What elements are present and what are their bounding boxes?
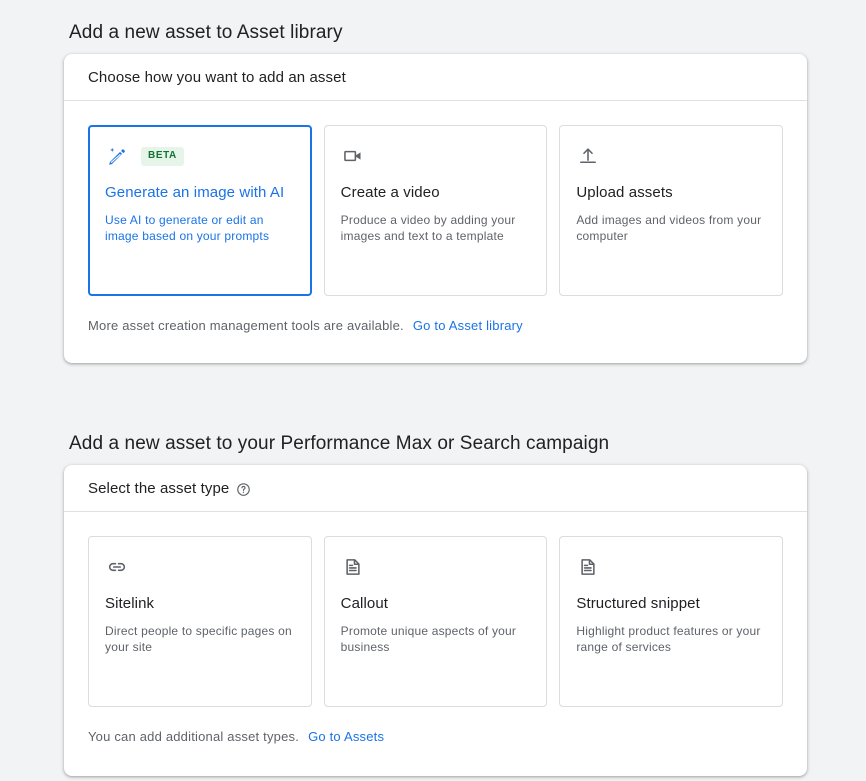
card-sitelink[interactable]: Sitelink Direct people to specific pages… <box>88 536 312 707</box>
card-upload-assets[interactable]: Upload assets Add images and videos from… <box>559 125 784 296</box>
card-description: Add images and videos from your computer <box>576 213 762 243</box>
link-chain-icon <box>105 555 129 579</box>
panel-footer-asset-library: More asset creation management tools are… <box>64 296 807 333</box>
footer-text: You can add additional asset types. <box>88 729 300 744</box>
card-description: Promote unique aspects of your business <box>340 624 517 654</box>
page-title-asset-library: Add a new asset to Asset library <box>69 21 343 43</box>
card-description: Use AI to generate or edit an image base… <box>105 213 270 243</box>
card-icon-row <box>576 143 766 169</box>
asset-type-card-row: Sitelink Direct people to specific pages… <box>88 536 784 707</box>
panel-body-asset-library: BETA Generate an image with AI Use AI to… <box>64 101 807 296</box>
page-title-campaign-asset: Add a new asset to your Performance Max … <box>69 432 610 454</box>
footer-text: More asset creation management tools are… <box>88 318 404 333</box>
card-generate-image-with-ai[interactable]: BETA Generate an image with AI Use AI to… <box>88 125 312 296</box>
panel-footer-campaign-asset: You can add additional asset types. Go t… <box>64 707 807 744</box>
magic-wand-ai-icon <box>105 144 129 168</box>
card-icon-row <box>341 143 531 169</box>
card-icon-row <box>576 554 766 580</box>
asset-method-card-row: BETA Generate an image with AI Use AI to… <box>88 125 784 296</box>
card-title: Structured snippet <box>576 595 700 612</box>
panel-campaign-asset: Select the asset type Sitelink Direct pe… <box>64 465 807 776</box>
card-icon-row: BETA <box>105 143 295 169</box>
panel-header-title: Choose how you want to add an asset <box>88 68 346 86</box>
card-description: Highlight product features or your range… <box>576 624 761 654</box>
card-title: Sitelink <box>105 595 155 612</box>
panel-body-campaign-asset: Sitelink Direct people to specific pages… <box>64 512 807 707</box>
video-camera-icon <box>341 144 365 168</box>
panel-header-choose-method: Choose how you want to add an asset <box>64 54 807 101</box>
asset-creation-page: Add a new asset to Asset library Choose … <box>0 0 866 781</box>
card-title: Generate an image with AI <box>105 184 285 201</box>
card-callout[interactable]: Callout Promote unique aspects of your b… <box>323 536 548 707</box>
card-icon-row <box>105 554 295 580</box>
panel-header-title: Select the asset type <box>88 479 230 497</box>
document-lines-icon <box>341 555 365 579</box>
upload-icon <box>576 144 600 168</box>
go-to-asset-library-link[interactable]: Go to Asset library <box>413 318 523 333</box>
status-badge-beta: BETA <box>141 146 184 166</box>
card-description: Produce a video by adding your images an… <box>340 213 516 243</box>
card-structured-snippet[interactable]: Structured snippet Highlight product fea… <box>559 536 784 707</box>
go-to-assets-link[interactable]: Go to Assets <box>308 729 384 744</box>
document-lines-icon <box>576 555 600 579</box>
card-create-a-video[interactable]: Create a video Produce a video by adding… <box>323 125 548 296</box>
panel-header-select-asset-type: Select the asset type <box>64 465 807 512</box>
help-circle-icon[interactable] <box>236 482 251 497</box>
card-icon-row <box>341 554 531 580</box>
card-title: Callout <box>340 595 389 612</box>
card-title: Upload assets <box>576 184 673 201</box>
card-title: Create a video <box>340 184 440 201</box>
panel-asset-library: Choose how you want to add an asset BETA <box>64 54 807 363</box>
card-description: Direct people to specific pages on your … <box>105 624 292 654</box>
